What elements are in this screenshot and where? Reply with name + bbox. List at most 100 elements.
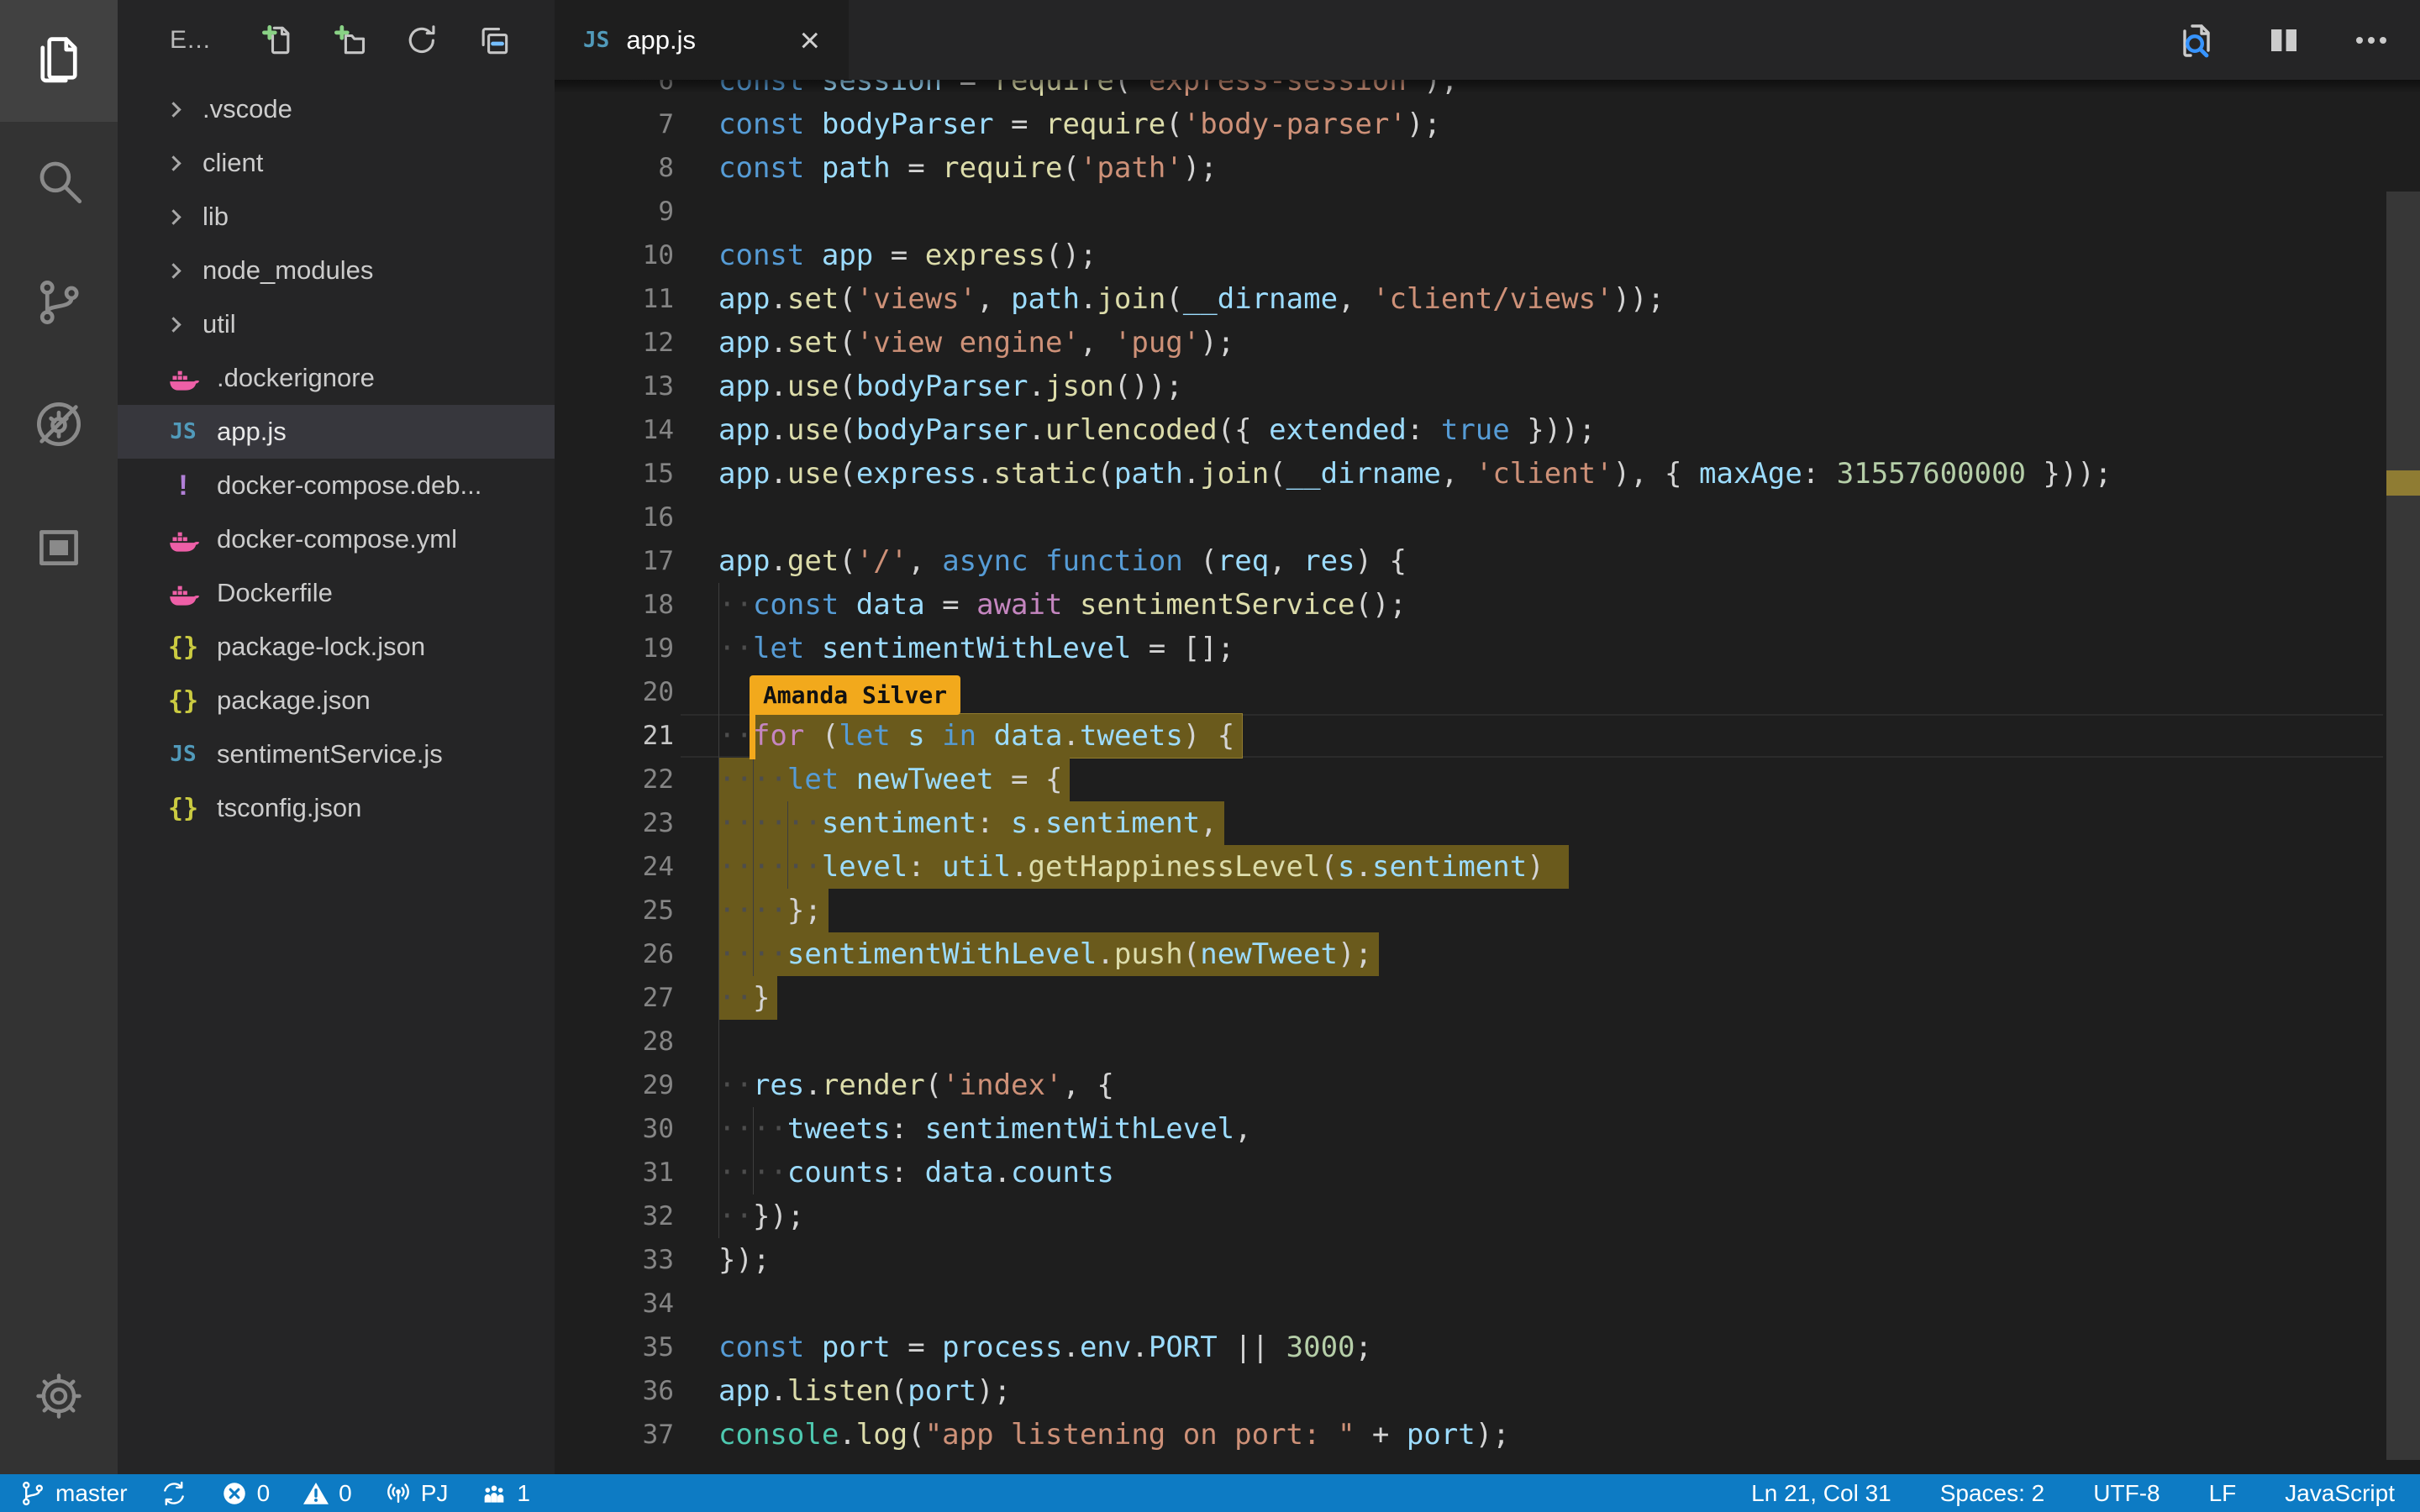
tree-item-util[interactable]: util <box>118 297 555 351</box>
code-line-36[interactable]: 36app.listen(port); <box>555 1369 2386 1413</box>
code-line-9[interactable]: 9 <box>555 190 2386 234</box>
status-branch[interactable]: master <box>18 1479 128 1508</box>
code-line-11[interactable]: 11app.set('views', path.join(__dirname, … <box>555 277 2386 321</box>
line-number[interactable]: 34 <box>555 1282 674 1326</box>
status-sync[interactable] <box>160 1479 188 1508</box>
tree-item-Dockerfile[interactable]: Dockerfile <box>118 566 555 620</box>
tab-app-js[interactable]: JS app.js × <box>555 0 849 80</box>
line-number[interactable]: 29 <box>555 1063 674 1107</box>
tree-item-.vscode[interactable]: .vscode <box>118 82 555 136</box>
line-number[interactable]: 33 <box>555 1238 674 1282</box>
code-line-17[interactable]: 17app.get('/', async function (req, res)… <box>555 539 2386 583</box>
line-number[interactable]: 23 <box>555 801 674 845</box>
line-number[interactable]: 35 <box>555 1326 674 1369</box>
open-changes-icon[interactable] <box>2176 20 2217 60</box>
code-line-21[interactable]: 21··for (let s in data.tweets) { <box>555 714 2386 758</box>
line-number[interactable]: 31 <box>555 1151 674 1194</box>
code-line-24[interactable]: 24······level: util.getHappinessLevel(s.… <box>555 845 2386 889</box>
code-line-30[interactable]: 30····tweets: sentimentWithLevel, <box>555 1107 2386 1151</box>
line-number[interactable]: 18 <box>555 583 674 627</box>
code-line-18[interactable]: 18··const data = await sentimentService(… <box>555 583 2386 627</box>
line-number[interactable]: 21 <box>555 714 674 758</box>
more-actions-icon[interactable] <box>2351 20 2391 60</box>
line-number[interactable]: 11 <box>555 277 674 321</box>
code-editor[interactable]: 6const session = require('express-sessio… <box>555 80 2420 1474</box>
line-number[interactable]: 36 <box>555 1369 674 1413</box>
tree-item-tsconfig.json[interactable]: {}tsconfig.json <box>118 781 555 835</box>
tree-item-docker-compose.yml[interactable]: docker-compose.yml <box>118 512 555 566</box>
new-folder-icon[interactable] <box>331 22 368 59</box>
new-file-icon[interactable] <box>259 22 296 59</box>
code-line-10[interactable]: 10const app = express(); <box>555 234 2386 277</box>
scrollbar[interactable] <box>2386 80 2420 1474</box>
code-line-15[interactable]: 15app.use(express.static(path.join(__dir… <box>555 452 2386 496</box>
tree-item-package.json[interactable]: {}package.json <box>118 674 555 727</box>
line-number[interactable]: 15 <box>555 452 674 496</box>
status-encoding[interactable]: UTF-8 <box>2093 1480 2160 1507</box>
tree-item-client[interactable]: client <box>118 136 555 190</box>
code-line-26[interactable]: 26····sentimentWithLevel.push(newTweet); <box>555 932 2386 976</box>
status-language[interactable]: JavaScript <box>2285 1480 2395 1507</box>
status-indentation[interactable]: Spaces: 2 <box>1940 1480 2045 1507</box>
line-number[interactable]: 10 <box>555 234 674 277</box>
tree-item-sentimentService.js[interactable]: JSsentimentService.js <box>118 727 555 781</box>
code-line-37[interactable]: 37console.log("app listening on port: " … <box>555 1413 2386 1457</box>
line-number[interactable]: 27 <box>555 976 674 1020</box>
code-line-16[interactable]: 16 <box>555 496 2386 539</box>
tree-item-node-modules[interactable]: node_modules <box>118 244 555 297</box>
tree-item-lib[interactable]: lib <box>118 190 555 244</box>
activity-item-settings[interactable] <box>0 1337 118 1459</box>
line-number[interactable]: 9 <box>555 190 674 234</box>
code-line-34[interactable]: 34 <box>555 1282 2386 1326</box>
line-number[interactable]: 25 <box>555 889 674 932</box>
code-line-31[interactable]: 31····counts: data.counts <box>555 1151 2386 1194</box>
tree-item-package-lock.json[interactable]: {}package-lock.json <box>118 620 555 674</box>
code-line-8[interactable]: 8const path = require('path'); <box>555 146 2386 190</box>
status-cursor-position[interactable]: Ln 21, Col 31 <box>1751 1480 1891 1507</box>
status-warnings[interactable]: 0 <box>302 1479 352 1508</box>
code-line-35[interactable]: 35const port = process.env.PORT || 3000; <box>555 1326 2386 1369</box>
line-number[interactable]: 22 <box>555 758 674 801</box>
line-number[interactable]: 16 <box>555 496 674 539</box>
status-participants[interactable]: 1 <box>480 1479 530 1508</box>
code-line-28[interactable]: 28 <box>555 1020 2386 1063</box>
status-errors[interactable]: 0 <box>220 1479 271 1508</box>
line-number[interactable]: 26 <box>555 932 674 976</box>
activity-item-extensions[interactable] <box>0 487 118 609</box>
line-number[interactable]: 14 <box>555 408 674 452</box>
line-number[interactable]: 20 <box>555 670 674 714</box>
code-line-25[interactable]: 25····}; <box>555 889 2386 932</box>
code-line-13[interactable]: 13app.use(bodyParser.json()); <box>555 365 2386 408</box>
activity-item-debug[interactable] <box>0 365 118 487</box>
code-line-27[interactable]: 27··} <box>555 976 2386 1020</box>
code-line-23[interactable]: 23······sentiment: s.sentiment, <box>555 801 2386 845</box>
code-line-32[interactable]: 32··}); <box>555 1194 2386 1238</box>
refresh-icon[interactable] <box>403 22 440 59</box>
line-number[interactable]: 19 <box>555 627 674 670</box>
status-live-share[interactable]: PJ <box>384 1479 449 1508</box>
code-line-33[interactable]: 33}); <box>555 1238 2386 1282</box>
tree-item-app.js[interactable]: JSapp.js <box>118 405 555 459</box>
line-number[interactable]: 17 <box>555 539 674 583</box>
line-number[interactable]: 12 <box>555 321 674 365</box>
activity-item-search[interactable] <box>0 122 118 244</box>
line-number[interactable]: 30 <box>555 1107 674 1151</box>
line-number[interactable]: 7 <box>555 102 674 146</box>
split-editor-icon[interactable] <box>2264 20 2304 60</box>
code-line-12[interactable]: 12app.set('view engine', 'pug'); <box>555 321 2386 365</box>
line-number[interactable]: 24 <box>555 845 674 889</box>
line-number[interactable]: 28 <box>555 1020 674 1063</box>
status-eol[interactable]: LF <box>2209 1480 2237 1507</box>
code-line-14[interactable]: 14app.use(bodyParser.urlencoded({ extend… <box>555 408 2386 452</box>
activity-item-explorer[interactable] <box>0 0 118 122</box>
line-number[interactable]: 37 <box>555 1413 674 1457</box>
code-line-19[interactable]: 19··let sentimentWithLevel = []; <box>555 627 2386 670</box>
code-line-29[interactable]: 29··res.render('index', { <box>555 1063 2386 1107</box>
tree-item-.dockerignore[interactable]: .dockerignore <box>118 351 555 405</box>
code-line-22[interactable]: 22····let newTweet = { <box>555 758 2386 801</box>
line-number[interactable]: 8 <box>555 146 674 190</box>
tree-item-docker-compose.deb...[interactable]: !docker-compose.deb... <box>118 459 555 512</box>
activity-item-source-control[interactable] <box>0 244 118 365</box>
line-number[interactable]: 13 <box>555 365 674 408</box>
collapse-all-icon[interactable] <box>476 22 513 59</box>
